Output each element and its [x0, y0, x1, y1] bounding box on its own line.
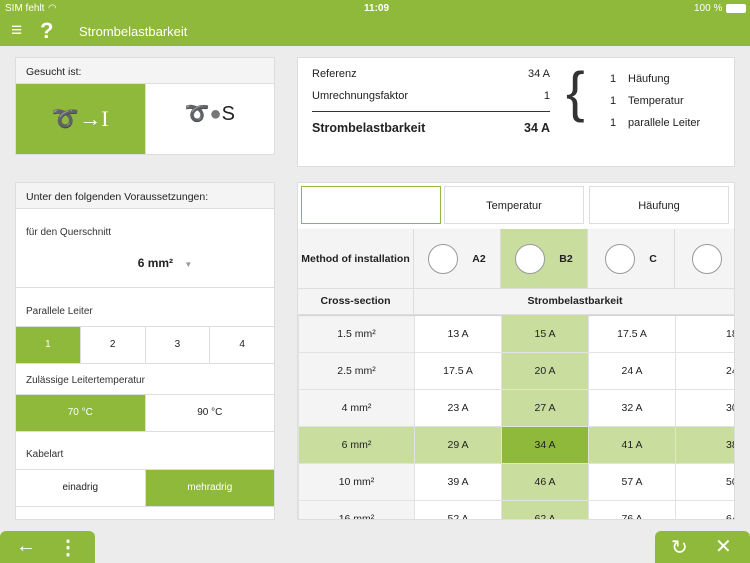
table-row[interactable]: 2.5 mm²17.5 A20 A24 A24: [298, 352, 734, 390]
table-header: Method of installation A2B2CD Cross-sect…: [298, 229, 734, 314]
conditions-panel: Unter den folgenden Voraussetzungen: für…: [15, 182, 275, 520]
gesucht-panel: Gesucht ist: ➰→I ➰●S: [15, 57, 275, 155]
tab-haeufung[interactable]: Häufung: [589, 186, 729, 224]
cross-section-cell: 16 mm²: [298, 500, 415, 519]
nav-bar: ≡ ? Strombelastbarkeit: [0, 16, 750, 46]
tab-verlegeart[interactable]: Verlegeart: [301, 186, 441, 224]
current-cell: 39 A: [414, 463, 502, 501]
current-cell: 76 A: [588, 500, 676, 519]
current-cell: 20 A: [501, 352, 589, 390]
option-cross-section[interactable]: ➰●S: [144, 84, 275, 154]
current-cell: 62 A: [501, 500, 589, 519]
current-cell: 30: [675, 389, 734, 427]
table-body[interactable]: 1.5 mm²13 A15 A17.5 A182.5 mm²17.5 A20 A…: [298, 315, 734, 519]
method-B2[interactable]: B2: [501, 229, 588, 288]
table-row[interactable]: 4 mm²23 A27 A32 A30: [298, 389, 734, 427]
current-cell: 50: [675, 463, 734, 501]
cable-current-icon: ➰→: [51, 106, 102, 131]
table-row[interactable]: 1.5 mm²13 A15 A17.5 A18: [298, 315, 734, 353]
cross-section-cell: 1.5 mm²: [298, 315, 415, 353]
result-row: Referenz 34 A: [312, 68, 550, 80]
table-panel: Verlegeart Temperatur Häufung 1.5 mm² 13 …: [297, 182, 735, 520]
cable-einadrig[interactable]: einadrig: [16, 470, 146, 506]
parallel-1[interactable]: 1: [16, 327, 81, 363]
temp-90[interactable]: 90 °C: [146, 395, 275, 431]
cable-mehradrig[interactable]: mehradrig: [145, 470, 274, 506]
factor-row: 1 Häufung: [610, 73, 670, 85]
cross-section-cell: 10 mm²: [298, 463, 415, 501]
parallel-segment: 1234: [16, 326, 274, 364]
parallel-3[interactable]: 3: [146, 327, 211, 363]
table-row[interactable]: 6 mm²29 A34 A41 A38: [298, 426, 734, 464]
table-row[interactable]: 10 mm²39 A46 A57 A50: [298, 463, 734, 501]
installation-icon: [692, 243, 723, 274]
refresh-icon[interactable]: ↻: [671, 535, 688, 560]
bottom-left-bar: ← ⋮: [0, 531, 95, 563]
parallel-4[interactable]: 4: [210, 327, 274, 363]
factor-row: 1 Temperatur: [610, 95, 684, 107]
carrier: SIM fehlt: [5, 3, 45, 14]
cross-section-cell: 2.5 mm²: [298, 352, 415, 390]
temperature-segment: 70 °C 90 °C: [16, 394, 274, 432]
installation-icon: [515, 243, 546, 274]
battery-text: 100 %: [694, 3, 723, 14]
temp-70[interactable]: 70 °C: [16, 395, 146, 431]
current-cell: 17.5 A: [588, 315, 676, 353]
installation-icon: [428, 243, 459, 274]
brace: {: [566, 60, 585, 123]
gesucht-title: Gesucht ist:: [16, 58, 274, 84]
current-cell: 29 A: [414, 426, 502, 464]
bottom-right-bar: ↻ ✕: [655, 531, 750, 563]
wifi-icon: ◠: [48, 3, 57, 14]
current-cell: 23 A: [414, 389, 502, 427]
method-D[interactable]: D: [675, 229, 734, 288]
method-A2[interactable]: A2: [414, 229, 501, 288]
installation-icon: [605, 243, 636, 274]
battery-icon: [726, 4, 746, 13]
current-cell: 18: [675, 315, 734, 353]
result-row: Umrechnungsfaktor 1: [312, 90, 550, 112]
current-cell: 57 A: [588, 463, 676, 501]
result-total: Strombelastbarkeit 34 A: [312, 121, 550, 135]
cable-type-segment: einadrig mehradrig: [16, 469, 274, 507]
menu-icon[interactable]: ≡: [11, 20, 22, 42]
current-cell: 24: [675, 352, 734, 390]
current-cell: 13 A: [414, 315, 502, 353]
cross-section-cell: 4 mm²: [298, 389, 415, 427]
current-cell: 38: [675, 426, 734, 464]
parallel-2[interactable]: 2: [81, 327, 146, 363]
current-cell: 41 A: [588, 426, 676, 464]
result-panel: Referenz 34 A Umrechnungsfaktor 1 Strombel…: [297, 57, 735, 167]
tab-temperatur[interactable]: Temperatur: [444, 186, 584, 224]
current-cell: 46 A: [501, 463, 589, 501]
cross-section-select[interactable]: 6 mm² ▼: [56, 256, 274, 270]
current-cell: 24 A: [588, 352, 676, 390]
table-row[interactable]: 16 mm²52 A62 A76 A64: [298, 500, 734, 519]
status-bar: SIM fehlt ◠ 11:09 100 %: [0, 0, 750, 16]
current-cell: 27 A: [501, 389, 589, 427]
current-cell: 32 A: [588, 389, 676, 427]
current-cell: 64: [675, 500, 734, 519]
clock: 11:09: [364, 3, 390, 14]
back-arrow-icon[interactable]: ←: [16, 535, 36, 558]
help-icon[interactable]: ?: [40, 18, 53, 44]
current-cell: 17.5 A: [414, 352, 502, 390]
close-icon[interactable]: ✕: [715, 534, 732, 559]
conditions-title: Unter den folgenden Voraussetzungen:: [16, 183, 274, 209]
cable-cross-icon: ➰●: [184, 103, 222, 125]
more-vertical-icon[interactable]: ⋮: [58, 535, 78, 560]
cross-section-cell: 6 mm²: [298, 426, 415, 464]
current-cell: 34 A: [501, 426, 589, 464]
current-cell: 52 A: [414, 500, 502, 519]
chevron-down-icon: ▼: [184, 260, 193, 269]
current-cell: 15 A: [501, 315, 589, 353]
option-current[interactable]: ➰→I: [16, 84, 145, 154]
factor-row: 1 parallele Leiter: [610, 117, 701, 129]
method-C[interactable]: C: [588, 229, 675, 288]
page-title: Strombelastbarkeit: [79, 24, 188, 39]
